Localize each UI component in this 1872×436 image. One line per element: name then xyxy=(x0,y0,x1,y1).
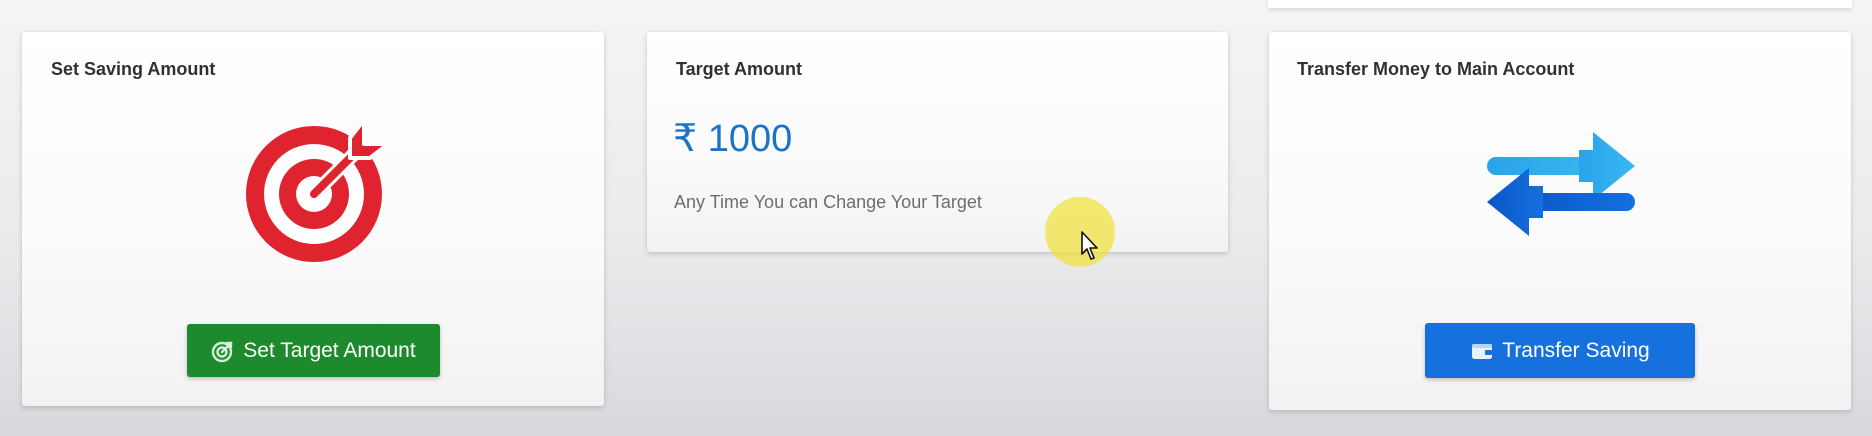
transfer-saving-label: Transfer Saving xyxy=(1502,338,1650,362)
top-card-edge xyxy=(1268,0,1852,8)
set-target-amount-button[interactable]: Set Target Amount xyxy=(187,324,440,377)
mouse-pointer-icon xyxy=(1081,231,1098,260)
transfer-card: Transfer Money to Main Account Transfer … xyxy=(1269,32,1851,410)
target-icon xyxy=(246,118,390,262)
set-saving-title: Set Saving Amount xyxy=(51,59,216,79)
set-saving-card: Set Saving Amount Set Target Amount xyxy=(22,32,604,406)
set-target-amount-label: Set Target Amount xyxy=(243,338,416,362)
target-amount-card: Target Amount ₹ 1000 Any Time You can Ch… xyxy=(647,32,1228,252)
transfer-arrows-icon xyxy=(1487,132,1635,236)
target-amount-title: Target Amount xyxy=(676,59,802,79)
transfer-title: Transfer Money to Main Account xyxy=(1297,59,1575,79)
target-arrow-icon xyxy=(212,341,233,362)
target-amount-value: ₹ 1000 xyxy=(673,118,793,160)
wallet-icon xyxy=(1472,343,1493,359)
target-amount-note: Any Time You can Change Your Target xyxy=(674,192,982,212)
transfer-saving-button[interactable]: Transfer Saving xyxy=(1425,323,1695,378)
